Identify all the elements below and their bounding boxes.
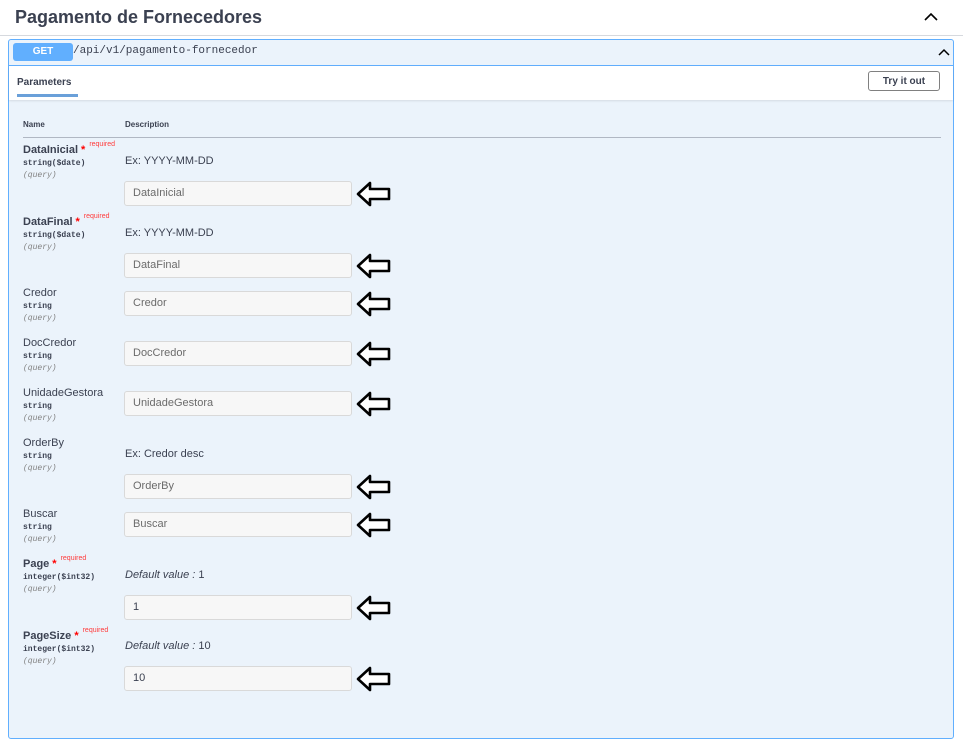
param-location: (query) <box>23 585 57 594</box>
required-star: * <box>52 558 57 570</box>
param-location: (query) <box>23 535 57 544</box>
required-label: required <box>89 141 115 148</box>
param-description: Ex: YYYY-MM-DD <box>125 155 214 167</box>
operation-summary[interactable]: GET /api/v1/pagamento-fornecedor <box>9 40 953 66</box>
param-name-text: OrderBy <box>23 437 64 449</box>
param-name-text: PageSize <box>23 630 72 642</box>
arrow-left-icon <box>356 666 392 692</box>
chevron-up-icon[interactable] <box>935 43 953 61</box>
endpoint-path: /api/v1/pagamento-fornecedor <box>73 45 258 57</box>
header-divider <box>23 137 941 138</box>
param-name: PageSize * <box>23 630 79 642</box>
param-name-text: DocCredor <box>23 337 77 349</box>
param-location: (query) <box>23 364 57 373</box>
param-name: Buscar <box>23 508 57 520</box>
param-input-page[interactable]: 1 <box>124 595 352 620</box>
param-name: DataInicial * <box>23 144 85 156</box>
param-name-text: Buscar <box>23 508 58 520</box>
required-star: * <box>74 630 79 642</box>
param-location: (query) <box>23 171 57 180</box>
arrow-left-icon <box>356 391 392 417</box>
param-default-value: Default value : 1 <box>125 569 205 581</box>
arrow-left-icon <box>356 181 392 207</box>
arrow-left-icon <box>356 291 392 317</box>
required-label: required <box>83 213 110 220</box>
param-name-text: DataFinal <box>23 216 73 228</box>
default-value: 1 <box>198 569 205 581</box>
tabs-bar: Parameters Try it out <box>9 66 953 100</box>
param-type: string <box>23 523 52 532</box>
arrow-left-icon <box>356 474 392 500</box>
param-default-value: Default value : 10 <box>125 640 211 652</box>
param-type: string <box>23 402 52 411</box>
param-input-unidadegestora[interactable]: UnidadeGestora <box>124 391 352 416</box>
param-name-text: Page <box>23 558 50 570</box>
param-location: (query) <box>23 464 57 473</box>
param-description: Ex: YYYY-MM-DD <box>125 227 214 239</box>
arrow-left-icon <box>356 253 392 279</box>
tab-parameters[interactable]: Parameters <box>17 77 71 88</box>
chevron-up-icon[interactable] <box>920 6 942 28</box>
tab-active-indicator <box>17 94 78 97</box>
required-label: required <box>60 555 87 562</box>
param-input-datainicial[interactable]: DataInicial <box>124 181 352 206</box>
param-name-text: UnidadeGestora <box>23 387 104 399</box>
param-type: string($date) <box>23 231 86 240</box>
param-location: (query) <box>23 414 57 423</box>
param-type: integer($int32) <box>23 573 96 582</box>
param-input-doccredor[interactable]: DocCredor <box>124 341 352 366</box>
param-name: Credor <box>23 287 57 299</box>
operation-block: GET /api/v1/pagamento-fornecedor Paramet… <box>8 39 954 739</box>
param-input-buscar[interactable]: Buscar <box>124 512 352 537</box>
param-description: Ex: Credor desc <box>125 448 204 460</box>
param-input-credor[interactable]: Credor <box>124 291 352 316</box>
method-badge: GET <box>13 43 73 61</box>
column-header-description: Description <box>125 120 170 129</box>
arrow-left-icon <box>356 512 392 538</box>
section-title: Pagamento de Fornecedores <box>15 7 263 27</box>
required-star: * <box>81 144 86 156</box>
arrow-left-icon <box>356 595 392 621</box>
param-name-text: DataInicial <box>23 144 79 156</box>
param-input-pagesize[interactable]: 10 <box>124 666 352 691</box>
try-it-out-button[interactable]: Try it out <box>868 71 940 91</box>
param-location: (query) <box>23 314 57 323</box>
param-type: string <box>23 452 52 461</box>
param-type: integer($int32) <box>23 645 96 654</box>
param-type: string <box>23 352 52 361</box>
param-location: (query) <box>23 243 57 252</box>
required-label: required <box>82 627 109 634</box>
param-name: DocCredor <box>23 337 76 349</box>
param-name: Page * <box>23 558 57 570</box>
default-value-label: Default value : <box>125 569 196 581</box>
param-type: string <box>23 302 52 311</box>
param-name: OrderBy <box>23 437 64 449</box>
param-location: (query) <box>23 657 57 666</box>
default-value-label: Default value : <box>125 640 196 652</box>
section-header[interactable]: Pagamento de Fornecedores <box>0 0 963 36</box>
param-name: UnidadeGestora <box>23 387 103 399</box>
default-value: 10 <box>198 640 211 652</box>
param-type: string($date) <box>23 159 86 168</box>
required-star: * <box>75 216 80 228</box>
arrow-left-icon <box>356 341 392 367</box>
param-input-datafinal[interactable]: DataFinal <box>124 253 352 278</box>
param-input-orderby[interactable]: OrderBy <box>124 474 352 499</box>
param-name: DataFinal * <box>23 216 80 228</box>
column-header-name: Name <box>23 120 45 129</box>
param-name-text: Credor <box>23 287 57 299</box>
